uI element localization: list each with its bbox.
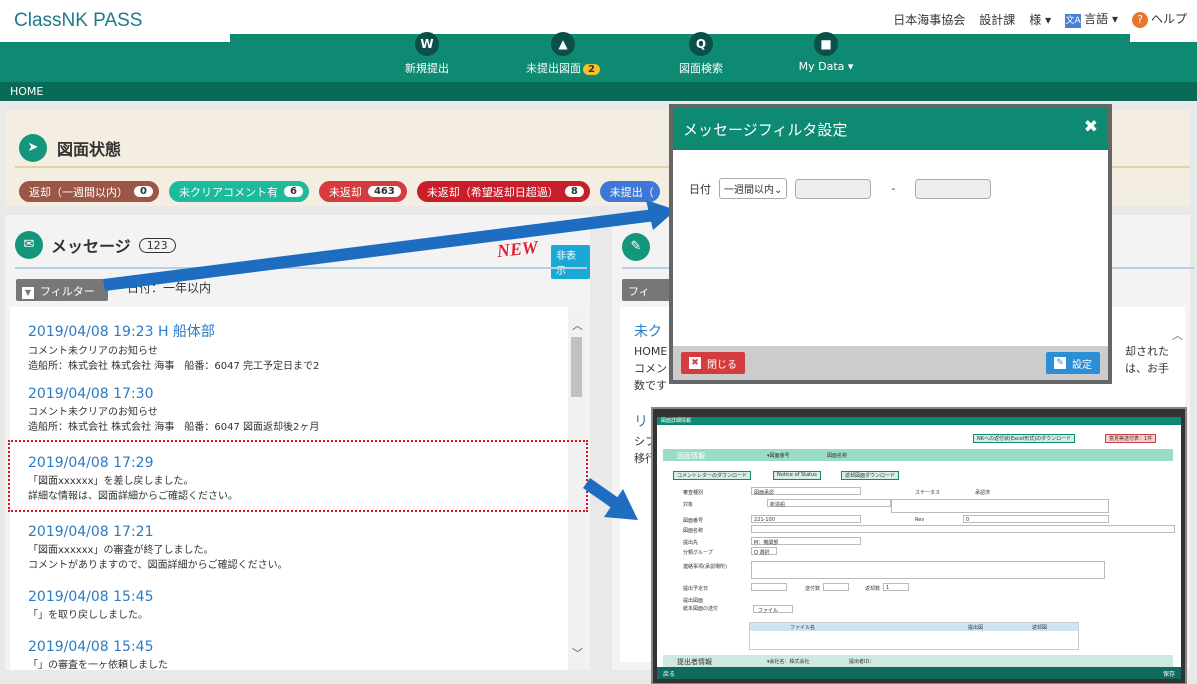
target-input[interactable]: [891, 499, 1109, 513]
submitter-label: 提出者ID：: [849, 659, 875, 665]
opinion-sheet-button[interactable]: 意見等送付表：1件: [1105, 434, 1157, 443]
save-button[interactable]: 保存: [1163, 669, 1175, 678]
field-label: 送付数: [805, 586, 821, 592]
section-drawing-info: 図面情報 ▾図面番号 図面名称: [663, 449, 1173, 461]
app-window: ClassNK PASS 日本海事協会 設計課 様 ▾ 文A 言語 ▾ ? ヘルプ …: [0, 0, 1197, 684]
date-filter-row: 日付 一週間以内⌄ -: [689, 178, 992, 199]
field-value: 1: [886, 585, 890, 591]
section-title: 提出者情報: [677, 658, 712, 666]
planned-date-input[interactable]: [751, 583, 787, 591]
drawing-no-label: ▾図面番号: [767, 453, 790, 459]
section-title: 図面情報: [677, 452, 705, 460]
date-range-select[interactable]: 一週間以内⌄: [719, 178, 788, 199]
notice-of-status-button[interactable]: Notice of Status: [773, 471, 821, 480]
message-filter-modal: メッセージフィルタ設定 ✖ 日付 一週間以内⌄ - ✖ 閉じる ✎ 設定: [669, 104, 1112, 384]
wrench-icon: ✎: [1054, 357, 1066, 369]
drawing-name-input[interactable]: [751, 525, 1175, 533]
column-header: ファイル名: [790, 625, 816, 631]
send-count-input[interactable]: [823, 583, 849, 591]
field-label: 連絡事項(承認場所): [683, 564, 727, 570]
drawing-no-input[interactable]: 221-100: [751, 515, 861, 523]
field-label: 審査種別: [683, 490, 704, 496]
date-from-input[interactable]: [795, 178, 872, 199]
arrow-to-modal: [103, 208, 664, 291]
field-value: 新造船: [770, 502, 786, 508]
field-label: 分類グループ: [683, 550, 713, 556]
field-value: 221-100: [754, 517, 775, 523]
close-icon: ✖: [689, 357, 701, 369]
submit-to-select[interactable]: M：機関部: [751, 537, 861, 546]
rev-input[interactable]: 0: [963, 515, 1109, 523]
returned-drawing-download[interactable]: 返却図面ダウンロード: [841, 471, 900, 480]
company-label: ▾会社名：株式会社: [767, 659, 810, 665]
detail-footer: 戻る 保存: [657, 667, 1181, 679]
file-button-label: ファイル: [758, 608, 779, 614]
close-icon[interactable]: ✖: [1084, 117, 1098, 137]
column-header: 返却図: [1032, 625, 1048, 631]
field-label: 提出先: [683, 540, 699, 546]
field-value: 承認済: [975, 490, 991, 496]
group-select[interactable]: Q 選択: [751, 547, 777, 556]
field-value: Q 選択: [754, 550, 770, 556]
field-label: Rev: [915, 517, 925, 523]
modal-title: メッセージフィルタ設定: [673, 108, 1108, 150]
field-label: 図面名称: [683, 528, 704, 534]
date-to-input[interactable]: [915, 178, 992, 199]
field-label: 図面番号: [683, 518, 704, 524]
modal-footer: ✖ 閉じる ✎ 設定: [673, 346, 1108, 380]
drawing-name-label: 図面名称: [827, 453, 848, 459]
detail-title: 図面詳細情報: [657, 417, 1181, 425]
field-value: 0: [966, 517, 970, 523]
detail-page: 図面詳細情報 NKへの返付状(Excel形式)のダウンロード 意見等送付表：1件…: [657, 417, 1181, 679]
apply-button[interactable]: ✎ 設定: [1046, 352, 1100, 374]
date-separator: -: [891, 182, 896, 195]
paper-drawing-checkbox[interactable]: 紙本図面の送付: [683, 605, 718, 612]
close-button-label: 閉じる: [707, 359, 737, 371]
drawing-detail-screenshot: 図面詳細情報 NKへの返付状(Excel形式)のダウンロード 意見等送付表：1件…: [651, 407, 1187, 684]
apply-button-label: 設定: [1072, 359, 1092, 371]
field-label: 提出予定日: [683, 586, 709, 592]
excel-download-button[interactable]: NKへの返付状(Excel形式)のダウンロード: [973, 434, 1076, 443]
back-button[interactable]: 戻る: [663, 669, 675, 678]
field-label: 返却数: [865, 586, 881, 592]
close-button[interactable]: ✖ 閉じる: [681, 352, 745, 374]
file-button[interactable]: ファイル: [753, 605, 793, 614]
target-select[interactable]: 新造船: [767, 499, 891, 508]
date-label: 日付: [689, 182, 711, 196]
comment-letter-download[interactable]: コメントレターのダウンロード: [673, 471, 752, 480]
file-table-header: ファイル名 提出図 返却図: [750, 623, 1078, 631]
section-submitter-info: 提出者情報 ▾会社名：株式会社 提出者ID：: [663, 655, 1173, 667]
field-label: 対象: [683, 502, 694, 508]
column-header: 提出図: [968, 625, 984, 631]
review-type-select[interactable]: 図面承認: [751, 487, 861, 496]
return-count-input[interactable]: 1: [883, 583, 909, 591]
file-table: ファイル名 提出図 返却図: [749, 622, 1079, 650]
field-value: M：機関部: [754, 540, 779, 546]
modal-body: メッセージフィルタ設定 ✖ 日付 一週間以内⌄ - ✖ 閉じる ✎ 設定: [673, 108, 1108, 380]
field-label: 提出図面: [683, 598, 704, 604]
note-textarea[interactable]: [751, 561, 1105, 579]
field-label: ステータス: [915, 490, 941, 496]
field-value: 図面承認: [754, 490, 775, 496]
